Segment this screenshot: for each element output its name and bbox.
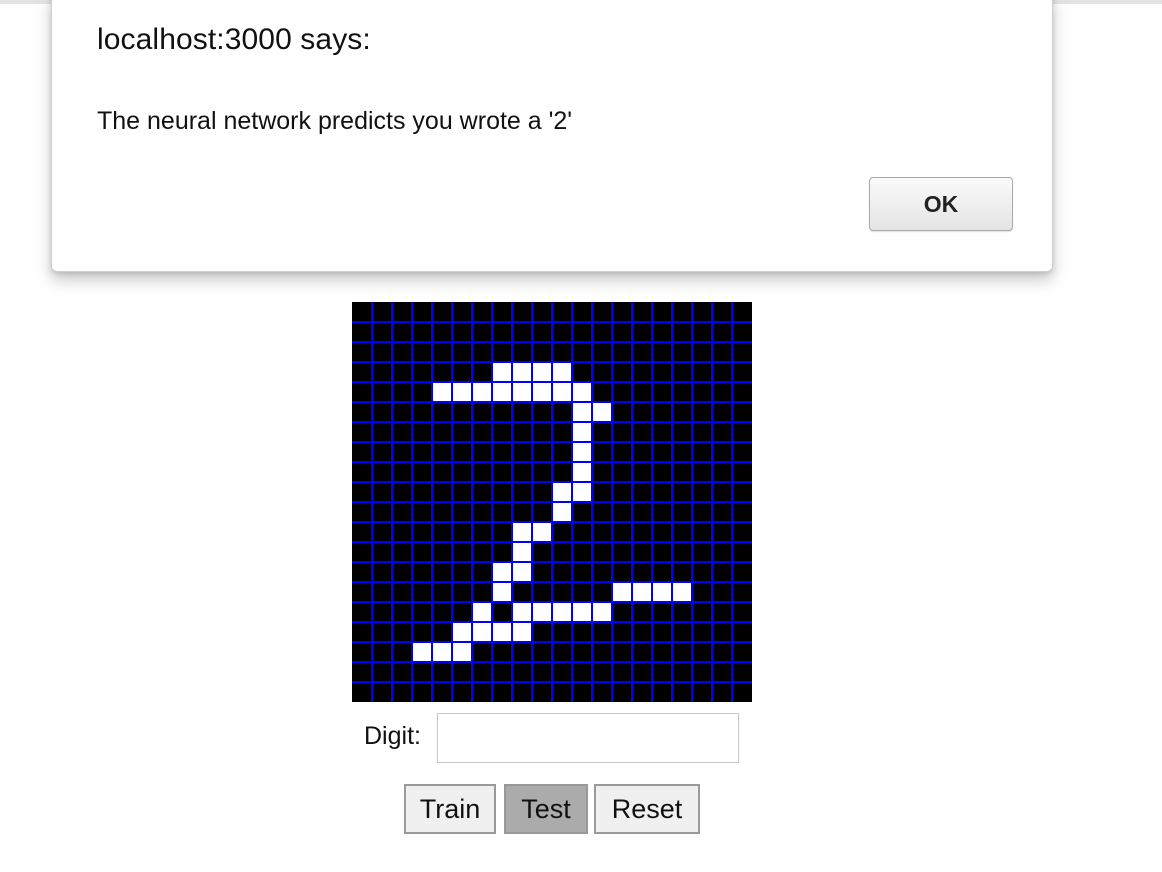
drawn-pixel (472, 622, 492, 642)
drawn-pixel (672, 582, 692, 602)
drawn-pixel (552, 502, 572, 522)
drawn-pixel (512, 562, 532, 582)
drawn-pixel (512, 542, 532, 562)
drawn-pixel (512, 362, 532, 382)
drawn-pixel (512, 382, 532, 402)
drawn-pixel (572, 422, 592, 442)
drawing-canvas[interactable] (352, 302, 752, 702)
drawing-grid (352, 302, 752, 702)
drawn-pixel (472, 602, 492, 622)
drawn-pixel (532, 522, 552, 542)
drawn-pixel (492, 382, 512, 402)
drawn-pixel (552, 362, 572, 382)
drawn-pixel (452, 642, 472, 662)
drawn-pixel (492, 582, 512, 602)
drawn-pixel (472, 382, 492, 402)
drawn-pixel (532, 382, 552, 402)
reset-button[interactable]: Reset (594, 784, 700, 834)
alert-message: The neural network predicts you wrote a … (97, 107, 573, 135)
test-button[interactable]: Test (504, 784, 588, 834)
drawn-pixel (552, 602, 572, 622)
drawn-pixel (652, 582, 672, 602)
drawn-pixel (412, 642, 432, 662)
drawn-pixel (572, 382, 592, 402)
alert-dialog: localhost:3000 says: The neural network … (51, 0, 1053, 272)
drawn-pixel (572, 442, 592, 462)
drawn-pixel (432, 382, 452, 402)
digit-input[interactable] (437, 713, 739, 763)
drawn-pixel (572, 402, 592, 422)
drawn-pixel (492, 362, 512, 382)
drawn-pixel (452, 382, 472, 402)
drawn-pixel (632, 582, 652, 602)
ok-button[interactable]: OK (869, 177, 1013, 231)
drawn-pixel (452, 622, 472, 642)
drawn-pixel (532, 362, 552, 382)
drawn-pixel (532, 602, 552, 622)
drawn-pixel (552, 482, 572, 502)
drawn-pixel (552, 382, 572, 402)
drawn-pixel (492, 562, 512, 582)
alert-title: localhost:3000 says: (97, 23, 371, 56)
drawn-pixel (512, 622, 532, 642)
drawn-pixel (612, 582, 632, 602)
drawn-pixel (572, 482, 592, 502)
drawn-pixel (592, 602, 612, 622)
train-button[interactable]: Train (404, 784, 496, 834)
drawn-pixel (492, 622, 512, 642)
drawn-pixel (572, 602, 592, 622)
drawn-pixel (592, 402, 612, 422)
digit-label: Digit: (364, 722, 421, 750)
drawn-pixel (512, 522, 532, 542)
drawn-pixel (432, 642, 452, 662)
drawn-pixel (572, 462, 592, 482)
drawn-pixel (512, 602, 532, 622)
